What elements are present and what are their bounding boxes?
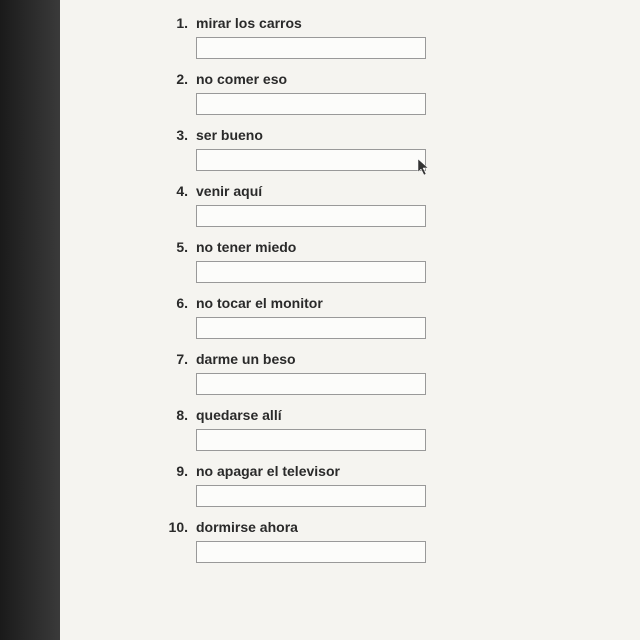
question-prompt: no comer eso: [196, 71, 580, 87]
prompt-row: 9. no apagar el televisor: [160, 463, 580, 479]
answer-input[interactable]: [196, 149, 426, 171]
question-number: 8.: [160, 407, 188, 423]
question-number: 1.: [160, 15, 188, 31]
prompt-row: 2. no comer eso: [160, 71, 580, 87]
answer-input[interactable]: [196, 93, 426, 115]
question-item: 9. no apagar el televisor: [160, 463, 580, 507]
answer-input[interactable]: [196, 485, 426, 507]
worksheet-page: 1. mirar los carros 2. no comer eso 3. s…: [60, 0, 640, 640]
answer-input[interactable]: [196, 37, 426, 59]
question-prompt: mirar los carros: [196, 15, 580, 31]
answer-input[interactable]: [196, 205, 426, 227]
prompt-row: 8. quedarse allí: [160, 407, 580, 423]
question-prompt: dormirse ahora: [196, 519, 580, 535]
question-prompt: no apagar el televisor: [196, 463, 580, 479]
question-number: 7.: [160, 351, 188, 367]
dark-page-edge: [0, 0, 60, 640]
question-number: 10.: [160, 519, 188, 535]
question-item: 8. quedarse allí: [160, 407, 580, 451]
prompt-row: 5. no tener miedo: [160, 239, 580, 255]
answer-input[interactable]: [196, 317, 426, 339]
question-item: 1. mirar los carros: [160, 15, 580, 59]
question-number: 2.: [160, 71, 188, 87]
question-number: 4.: [160, 183, 188, 199]
question-prompt: darme un beso: [196, 351, 580, 367]
answer-input[interactable]: [196, 429, 426, 451]
question-prompt: no tener miedo: [196, 239, 580, 255]
question-prompt: quedarse allí: [196, 407, 580, 423]
question-number: 6.: [160, 295, 188, 311]
question-number: 3.: [160, 127, 188, 143]
question-item: 10. dormirse ahora: [160, 519, 580, 563]
question-item: 6. no tocar el monitor: [160, 295, 580, 339]
prompt-row: 3. ser bueno: [160, 127, 580, 143]
prompt-row: 10. dormirse ahora: [160, 519, 580, 535]
question-item: 7. darme un beso: [160, 351, 580, 395]
question-item: 3. ser bueno: [160, 127, 580, 171]
question-prompt: no tocar el monitor: [196, 295, 580, 311]
question-number: 9.: [160, 463, 188, 479]
question-item: 4. venir aquí: [160, 183, 580, 227]
prompt-row: 6. no tocar el monitor: [160, 295, 580, 311]
question-item: 2. no comer eso: [160, 71, 580, 115]
question-number: 5.: [160, 239, 188, 255]
question-list: 1. mirar los carros 2. no comer eso 3. s…: [60, 15, 640, 563]
question-prompt: ser bueno: [196, 127, 580, 143]
prompt-row: 1. mirar los carros: [160, 15, 580, 31]
question-item: 5. no tener miedo: [160, 239, 580, 283]
answer-input[interactable]: [196, 541, 426, 563]
mouse-cursor-icon: [417, 158, 433, 178]
answer-input[interactable]: [196, 373, 426, 395]
prompt-row: 4. venir aquí: [160, 183, 580, 199]
question-prompt: venir aquí: [196, 183, 580, 199]
answer-input[interactable]: [196, 261, 426, 283]
prompt-row: 7. darme un beso: [160, 351, 580, 367]
